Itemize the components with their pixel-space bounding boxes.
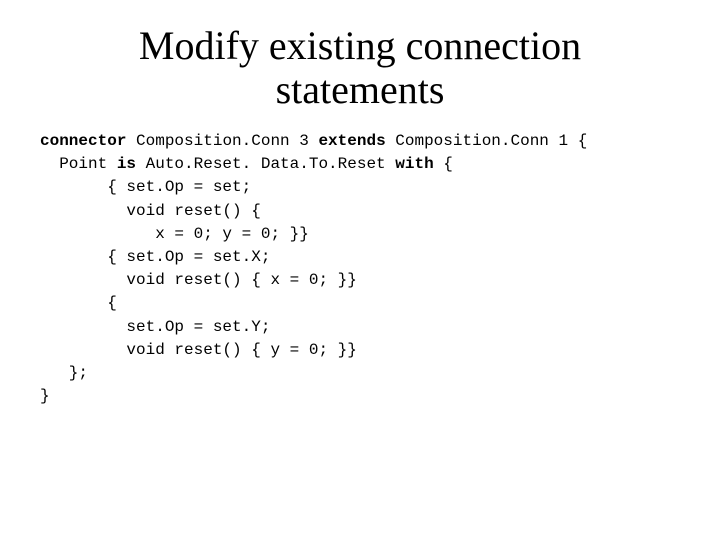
code-line-4: void reset() { xyxy=(40,202,261,220)
kw-extends: extends xyxy=(318,132,385,150)
code-line-2: Point is Auto.Reset. Data.To.Reset with … xyxy=(40,155,453,173)
kw-connector: connector xyxy=(40,132,126,150)
code-line-12: } xyxy=(40,387,50,405)
code-line-1: connector Composition.Conn 3 extends Com… xyxy=(40,132,587,150)
code-line-9: set.Op = set.Y; xyxy=(40,318,270,336)
code-block: connector Composition.Conn 3 extends Com… xyxy=(40,130,680,408)
slide: Modify existing connection statements co… xyxy=(0,0,720,540)
code-line-5: x = 0; y = 0; }} xyxy=(40,225,309,243)
slide-title: Modify existing connection statements xyxy=(60,24,660,112)
code-line-3: { set.Op = set; xyxy=(40,178,251,196)
code-line-6: { set.Op = set.X; xyxy=(40,248,270,266)
code-line-11: }; xyxy=(40,364,88,382)
code-line-10: void reset() { y = 0; }} xyxy=(40,341,357,359)
kw-with: with xyxy=(395,155,433,173)
code-line-7: void reset() { x = 0; }} xyxy=(40,271,357,289)
code-line-8: { xyxy=(40,294,117,312)
kw-is: is xyxy=(117,155,136,173)
